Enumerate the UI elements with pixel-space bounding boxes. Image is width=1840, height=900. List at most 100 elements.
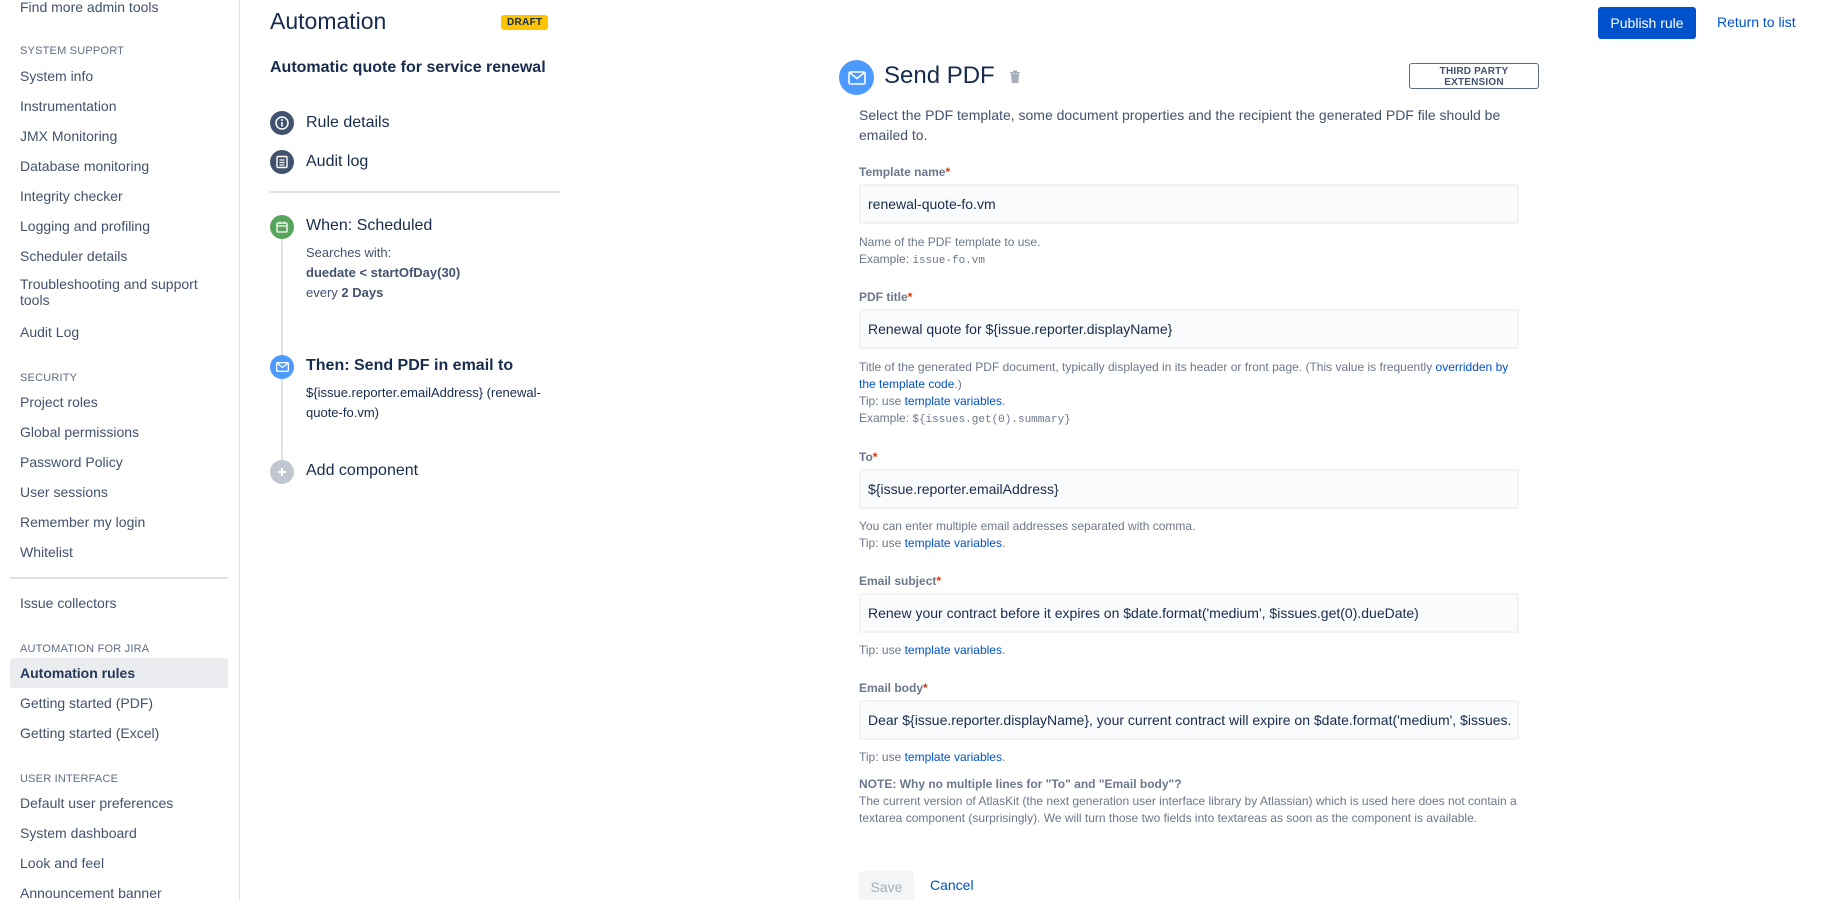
sidebar-item-logging-and-profiling[interactable]: Logging and profiling xyxy=(10,216,228,236)
sidebar-heading-automation: AUTOMATION FOR JIRA xyxy=(20,643,150,655)
to-label-text: To xyxy=(859,450,873,464)
sidebar-item-scheduler-details[interactable]: Scheduler details xyxy=(10,246,228,266)
nav-audit-log-label: Audit log xyxy=(306,153,369,170)
textarea-note: NOTE: Why no multiple lines for "To" and… xyxy=(859,776,1519,827)
nav-audit-log[interactable]: Audit log xyxy=(270,149,368,175)
email-subject-help: Tip: use template variables. xyxy=(859,642,1519,659)
pdf-title-tip: Tip: use template variables. xyxy=(859,393,1519,410)
frequency-prefix: every xyxy=(306,285,338,300)
sidebar-heading-system-support: SYSTEM SUPPORT xyxy=(20,45,125,57)
email-subject-label-text: Email subject xyxy=(859,574,937,588)
sidebar-item-jmx-monitoring[interactable]: JMX Monitoring xyxy=(10,126,228,146)
third-party-extension-badge: THIRD PARTY EXTENSION xyxy=(1409,63,1539,89)
sidebar-item-instrumentation[interactable]: Instrumentation xyxy=(10,96,228,116)
email-body-help: Tip: use template variables. xyxy=(859,749,1519,766)
sidebar-item-getting-started-excel[interactable]: Getting started (Excel) xyxy=(10,723,228,743)
trigger-jql: duedate < startOfDay(30) xyxy=(306,265,461,280)
frequency-value: 2 Days xyxy=(341,285,384,300)
required-marker: * xyxy=(923,681,928,695)
action-details: ${issue.reporter.emailAddress} (renewal-… xyxy=(306,385,541,420)
email-body-input[interactable] xyxy=(859,700,1519,740)
publish-rule-button[interactable]: Publish rule xyxy=(1598,7,1696,39)
example-prefix: Example: xyxy=(859,411,913,425)
trigger-frequency: every 2 Days xyxy=(306,283,571,303)
template-variables-link[interactable]: template variables xyxy=(905,536,1002,550)
rule-name: Automatic quote for service renewal xyxy=(270,59,546,76)
trigger-details: Searches with: duedate < startOfDay(30) … xyxy=(306,243,571,303)
template-variables-link[interactable]: template variables xyxy=(905,750,1002,764)
list-icon xyxy=(270,150,294,174)
help-text: Title of the generated PDF document, typ… xyxy=(859,360,1436,374)
pdf-title-label: PDF title* xyxy=(859,290,912,304)
sidebar-item-remember-my-login[interactable]: Remember my login xyxy=(10,512,228,532)
example-value: issue-fo.vm xyxy=(912,255,985,267)
tip-prefix: Tip: use xyxy=(859,394,905,408)
trigger-step[interactable]: When: Scheduled Searches with: duedate <… xyxy=(270,215,570,305)
example-value: ${issues.get(0).summary} xyxy=(912,414,1071,426)
sidebar-item-getting-started-pdf[interactable]: Getting started (PDF) xyxy=(10,693,228,713)
help-text-end: .) xyxy=(954,377,962,391)
example-prefix: Example: xyxy=(859,252,913,266)
sidebar-item-look-and-feel[interactable]: Look and feel xyxy=(10,853,228,873)
email-subject-input[interactable] xyxy=(859,593,1519,633)
sidebar-item-find-more-admin-tools[interactable]: Find more admin tools xyxy=(10,0,228,17)
info-icon xyxy=(270,111,294,135)
to-input[interactable] xyxy=(859,469,1519,509)
tip-suffix: . xyxy=(1001,536,1006,550)
nav-rule-details-label: Rule details xyxy=(306,114,390,131)
sidebar-item-system-dashboard[interactable]: System dashboard xyxy=(10,823,228,843)
to-help-text: You can enter multiple email addresses s… xyxy=(859,519,1196,533)
required-marker: * xyxy=(936,574,942,588)
admin-sidebar: Find more admin tools SYSTEM SUPPORT Sys… xyxy=(0,0,240,900)
add-component-label: Add component xyxy=(306,462,419,479)
email-body-tip: Tip: use template variables. xyxy=(859,749,1519,766)
sidebar-item-audit-log[interactable]: Audit Log xyxy=(10,322,228,342)
save-button[interactable]: Save xyxy=(859,871,914,900)
template-variables-link[interactable]: template variables xyxy=(905,394,1002,408)
sidebar-item-user-sessions[interactable]: User sessions xyxy=(10,482,228,502)
sidebar-item-global-permissions[interactable]: Global permissions xyxy=(10,422,228,442)
template-name-help-text: Name of the PDF template to use. xyxy=(859,235,1041,249)
pdf-title-example: Example: ${issues.get(0).summary} xyxy=(859,410,1519,429)
sidebar-item-database-monitoring[interactable]: Database monitoring xyxy=(10,156,228,176)
cancel-button[interactable]: Cancel xyxy=(930,877,974,893)
note-title: NOTE: Why no multiple lines for "To" and… xyxy=(859,777,1182,791)
template-name-example: Example: issue-fo.vm xyxy=(859,251,1519,270)
page-title: Automation xyxy=(270,8,387,34)
email-subject-tip: Tip: use template variables. xyxy=(859,642,1519,659)
template-name-input[interactable] xyxy=(859,184,1519,224)
required-marker: * xyxy=(945,165,951,179)
nav-rule-details[interactable]: Rule details xyxy=(270,110,390,136)
template-variables-link[interactable]: template variables xyxy=(905,643,1002,657)
sidebar-item-integrity-checker[interactable]: Integrity checker xyxy=(10,186,228,206)
draft-badge: DRAFT xyxy=(501,15,549,30)
required-marker: * xyxy=(907,290,913,304)
tip-prefix: Tip: use xyxy=(859,536,905,550)
tip-suffix: . xyxy=(1001,750,1006,764)
pdf-title-help: Title of the generated PDF document, typ… xyxy=(859,359,1519,429)
action-step[interactable]: Then: Send PDF in email to ${issue.repor… xyxy=(270,355,570,425)
rule-divider xyxy=(270,191,560,193)
sidebar-item-system-info[interactable]: System info xyxy=(10,66,228,86)
sidebar-item-project-roles[interactable]: Project roles xyxy=(10,392,228,412)
required-marker: * xyxy=(872,450,878,464)
sidebar-divider xyxy=(10,577,228,579)
template-name-help: Name of the PDF template to use. Example… xyxy=(859,234,1519,270)
return-to-list-link[interactable]: Return to list xyxy=(1717,14,1796,30)
sidebar-item-troubleshooting[interactable]: Troubleshooting and support tools xyxy=(10,276,228,308)
pdf-title-input[interactable] xyxy=(859,309,1519,349)
note-body: The current version of AtlasKit (the nex… xyxy=(859,794,1517,825)
add-component-button[interactable]: Add component xyxy=(270,460,570,486)
calendar-icon xyxy=(270,215,294,239)
template-name-label-text: Template name xyxy=(859,165,946,179)
sidebar-item-whitelist[interactable]: Whitelist xyxy=(10,542,228,562)
envelope-icon xyxy=(270,355,294,379)
sidebar-item-default-user-preferences[interactable]: Default user preferences xyxy=(10,793,228,813)
trigger-title: When: Scheduled xyxy=(306,217,433,234)
sidebar-item-automation-rules[interactable]: Automation rules xyxy=(10,658,228,688)
sidebar-item-password-policy[interactable]: Password Policy xyxy=(10,452,228,472)
sidebar-item-announcement-banner[interactable]: Announcement banner xyxy=(10,883,228,900)
sidebar-item-issue-collectors[interactable]: Issue collectors xyxy=(10,593,228,613)
component-title: Send PDF xyxy=(884,62,995,89)
trash-icon[interactable] xyxy=(1009,70,1021,87)
